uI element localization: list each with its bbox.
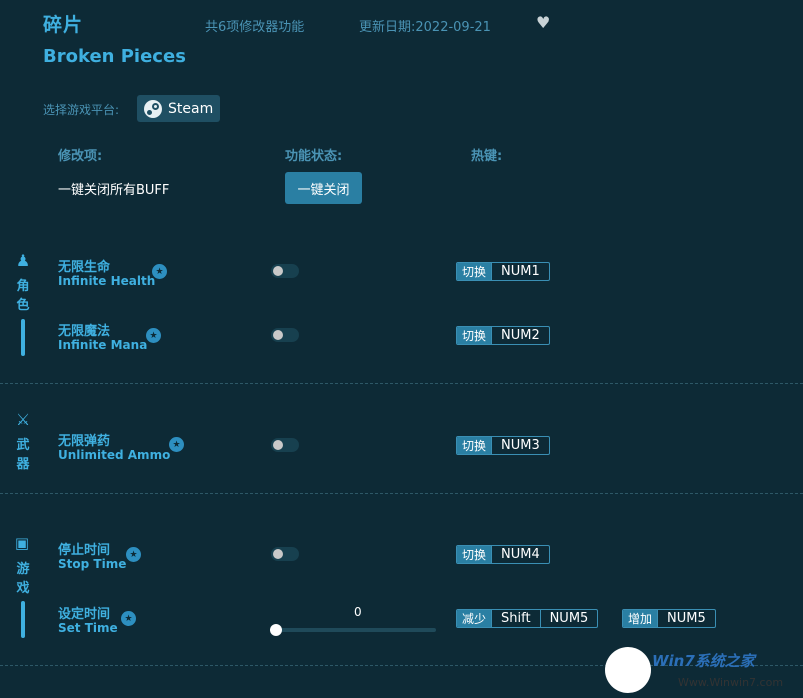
hotkey-key: NUM4 (491, 546, 549, 563)
toggle-stop-time[interactable] (271, 547, 299, 561)
hotkey-key: NUM5 (657, 610, 715, 627)
hotkey-infinite-health[interactable]: 切换 NUM1 (456, 262, 550, 281)
section-divider (0, 493, 803, 494)
option-name-cn: 无限生命 (58, 260, 111, 275)
watermark-text: Win7系统之家 (652, 652, 755, 670)
category-label-weapon: 武 器 (13, 436, 33, 474)
category-char-1: 角 (16, 279, 30, 294)
section-divider (0, 383, 803, 384)
hotkey-modifier: Shift (491, 610, 540, 627)
category-bar-game (21, 601, 25, 638)
slider-value: 0 (354, 605, 362, 619)
close-all-button[interactable]: 一键关闭 (285, 172, 362, 204)
option-name-cn: 设定时间 (58, 607, 111, 622)
hotkey-infinite-mana[interactable]: 切换 NUM2 (456, 326, 550, 345)
category-char-2: 戏 (16, 581, 30, 596)
option-name-cn: 无限魔法 (58, 324, 111, 339)
category-char-2: 器 (16, 457, 30, 472)
star-icon[interactable]: ★ (126, 547, 141, 562)
option-name-cn: 停止时间 (58, 543, 111, 558)
category-char-1: 武 (16, 438, 30, 453)
crossed-swords-icon: ⚔ (15, 410, 31, 429)
category-char-2: 色 (16, 298, 30, 313)
option-name-en: Set Time (58, 621, 118, 635)
slider-knob[interactable] (270, 624, 282, 636)
hotkey-key: NUM2 (491, 327, 549, 344)
set-time-slider[interactable] (270, 624, 436, 636)
hotkey-action: 切换 (457, 263, 492, 280)
category-label-game: 游 戏 (13, 560, 33, 598)
star-icon[interactable]: ★ (152, 264, 167, 279)
character-icon: ♟ (15, 251, 31, 270)
option-name-en: Infinite Health (58, 274, 156, 288)
hotkey-key: NUM1 (491, 263, 549, 280)
star-icon[interactable]: ★ (146, 328, 161, 343)
hotkey-action: 减少 (457, 610, 492, 627)
hotkey-action: 增加 (623, 610, 658, 627)
heart-icon[interactable]: ♥ (536, 13, 550, 32)
feature-count: 共6项修改器功能 (205, 20, 305, 35)
toggle-knob (273, 440, 283, 450)
option-name-en: Unlimited Ammo (58, 448, 171, 462)
option-name-en: Stop Time (58, 557, 127, 571)
steam-platform-button[interactable]: Steam (137, 95, 220, 122)
star-icon[interactable]: ★ (169, 437, 184, 452)
steam-label: Steam (168, 100, 214, 117)
gamepad-icon: ▣ (14, 534, 30, 552)
hotkey-key: NUM3 (491, 437, 549, 454)
category-label-character: 角 色 (13, 277, 33, 315)
hotkey-action: 切换 (457, 327, 492, 344)
hotkey-stop-time[interactable]: 切换 NUM4 (456, 545, 550, 564)
game-title-cn: 碎片 (43, 14, 84, 36)
hotkey-action: 切换 (457, 437, 492, 454)
category-char-1: 游 (16, 562, 30, 577)
update-date: 更新日期:2022-09-21 (359, 20, 491, 35)
windows-logo-watermark (605, 647, 651, 693)
hotkey-unlimited-ammo[interactable]: 切换 NUM3 (456, 436, 550, 455)
option-name-en: Infinite Mana (58, 338, 148, 352)
hotkey-set-time-increase[interactable]: 增加 NUM5 (622, 609, 716, 628)
hotkey-action: 切换 (457, 546, 492, 563)
toggle-unlimited-ammo[interactable] (271, 438, 299, 452)
hotkey-set-time-decrease[interactable]: 减少 Shift NUM5 (456, 609, 599, 628)
star-icon[interactable]: ★ (121, 611, 136, 626)
hotkey-key: NUM5 (539, 610, 598, 627)
column-hotkey: 热键: (471, 149, 503, 164)
steam-icon (144, 99, 162, 118)
toggle-knob (273, 330, 283, 340)
column-status: 功能状态: (285, 149, 343, 164)
option-name-cn: 无限弹药 (58, 434, 111, 449)
toggle-infinite-health[interactable] (271, 264, 299, 278)
category-bar-character (21, 319, 25, 356)
toggle-knob (273, 549, 283, 559)
toggle-infinite-mana[interactable] (271, 328, 299, 342)
game-title-en: Broken Pieces (43, 46, 186, 67)
watermark-url: Www.Winwin7.com (678, 676, 784, 689)
platform-label: 选择游戏平台: (43, 103, 120, 117)
close-all-buff-label: 一键关闭所有BUFF (58, 183, 170, 198)
column-mod: 修改项: (58, 149, 103, 164)
toggle-knob (273, 266, 283, 276)
